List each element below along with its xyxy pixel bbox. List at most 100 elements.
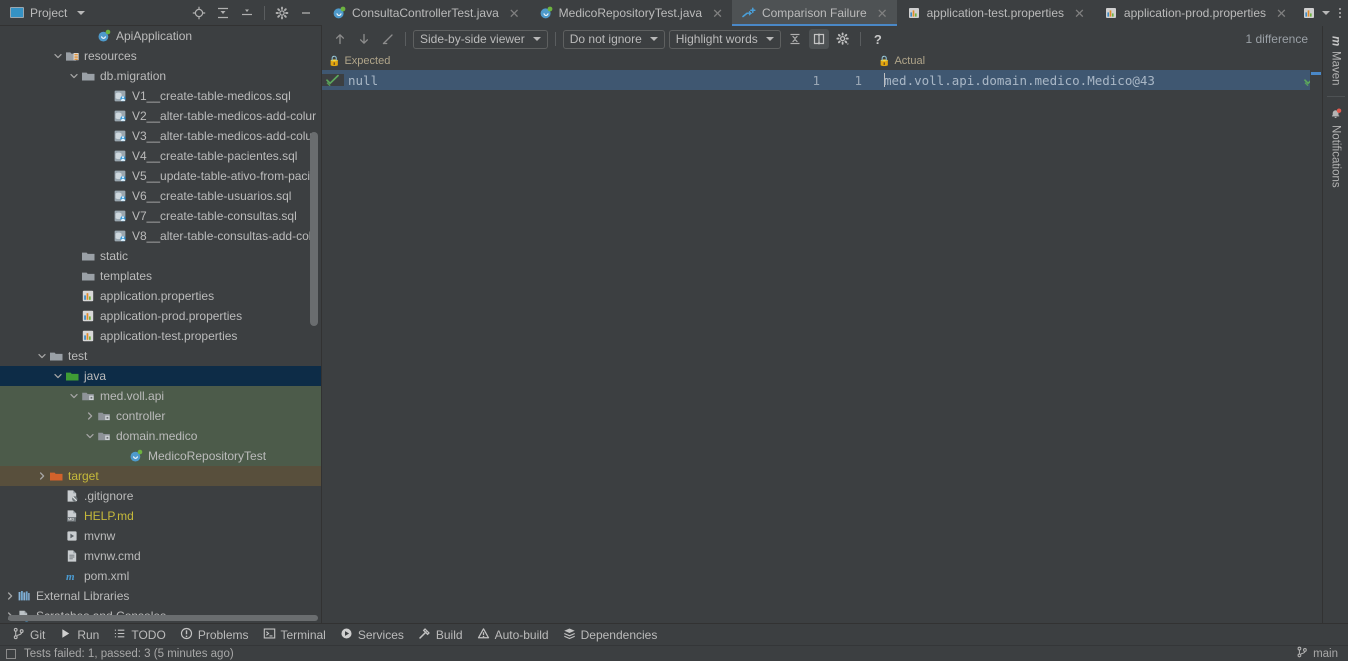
expected-pane[interactable]: null bbox=[322, 70, 774, 623]
chevron-down-icon[interactable] bbox=[51, 51, 64, 61]
chevron-down-icon[interactable] bbox=[67, 391, 80, 401]
accept-change-icon[interactable] bbox=[322, 74, 344, 86]
terminal-icon bbox=[263, 627, 276, 643]
tree-item-gitignore[interactable]: .gitignore bbox=[0, 486, 321, 506]
tree-item-static[interactable]: static bbox=[0, 246, 321, 266]
editor-tab-consultacontrollertest[interactable]: ConsultaControllerTest.java ✕ bbox=[322, 0, 529, 26]
prev-difference-icon[interactable] bbox=[330, 29, 350, 49]
expand-all-icon[interactable] bbox=[213, 3, 233, 23]
tree-item-templates[interactable]: templates bbox=[0, 266, 321, 286]
bottom-bar-item-build[interactable]: Build bbox=[414, 627, 473, 643]
diff-overview-scrollbar[interactable] bbox=[1310, 70, 1322, 623]
tree-item-medicorepositorytest[interactable]: MedicoRepositoryTest bbox=[0, 446, 321, 466]
tool-window-notifications[interactable]: Notifications bbox=[1329, 101, 1342, 194]
help-icon[interactable]: ? bbox=[868, 29, 888, 49]
tool-window-maven[interactable]: m Maven bbox=[1330, 30, 1342, 92]
tree-item-resources[interactable]: resources bbox=[0, 46, 321, 66]
close-icon[interactable]: ✕ bbox=[1276, 7, 1287, 20]
tree-item-external-libraries[interactable]: External Libraries bbox=[0, 586, 321, 606]
project-tree-panel[interactable]: ApiApplication resources db.migration V1__c… bbox=[0, 26, 322, 623]
tree-item-med-voll-api[interactable]: med.voll.api bbox=[0, 386, 321, 406]
properties-file-icon[interactable] bbox=[1302, 6, 1316, 20]
collapse-all-icon[interactable] bbox=[237, 3, 257, 23]
tree-item-v3-alter-table-medicos-add-colur[interactable]: V3__alter-table-medicos-add-colur bbox=[0, 126, 321, 146]
close-icon[interactable]: ✕ bbox=[509, 7, 520, 20]
tree-item-apiapplication[interactable]: ApiApplication bbox=[0, 26, 321, 46]
tree-item-application-prod-properties[interactable]: application-prod.properties bbox=[0, 306, 321, 326]
chevron-down-icon[interactable] bbox=[1321, 11, 1330, 15]
chevron-down-icon[interactable] bbox=[51, 371, 64, 381]
tree-item-target[interactable]: target bbox=[0, 466, 321, 486]
editor-tab-medicorepositorytest[interactable]: MedicoRepositoryTest.java ✕ bbox=[529, 0, 732, 26]
status-bar-right: main bbox=[1296, 646, 1348, 661]
bottom-bar-item-dependencies[interactable]: Dependencies bbox=[559, 627, 668, 643]
tree-item-domain-medico[interactable]: domain.medico bbox=[0, 426, 321, 446]
editor-tab-comparison-failure[interactable]: Comparison Failure ✕ bbox=[731, 0, 897, 26]
toggle-panes-icon[interactable] bbox=[808, 29, 829, 49]
editor-tab-application-test-properties[interactable]: application-test.properties ✕ bbox=[897, 0, 1094, 26]
tree-item-application-properties[interactable]: application.properties bbox=[0, 286, 321, 306]
viewer-mode-dropdown[interactable]: Side-by-side viewer bbox=[413, 29, 548, 49]
chevron-down-icon[interactable] bbox=[35, 351, 48, 361]
tree-item-controller[interactable]: controller bbox=[0, 406, 321, 426]
chevron-right-icon[interactable] bbox=[83, 411, 96, 421]
bottom-bar-item-problems[interactable]: Problems bbox=[176, 627, 259, 643]
tree-item-mvnw-cmd[interactable]: mvnw.cmd bbox=[0, 546, 321, 566]
tree-item-mvnw[interactable]: mvnw bbox=[0, 526, 321, 546]
project-title[interactable]: Project bbox=[10, 6, 86, 20]
close-icon[interactable]: ✕ bbox=[1074, 7, 1085, 20]
project-tree-horizontal-scrollbar[interactable] bbox=[8, 615, 318, 621]
gear-icon[interactable] bbox=[833, 29, 853, 49]
gear-icon[interactable] bbox=[272, 3, 292, 23]
tree-item-v2-alter-table-medicos-add-colur[interactable]: V2__alter-table-medicos-add-colur bbox=[0, 106, 321, 126]
tree-item-v8-alter-table-consultas-add-colu[interactable]: V8__alter-table-consultas-add-colu bbox=[0, 226, 321, 246]
close-icon[interactable]: ✕ bbox=[877, 7, 888, 20]
tree-item-db-migration[interactable]: db.migration bbox=[0, 66, 321, 86]
tree-item-label: test bbox=[68, 349, 88, 363]
tree-item-application-test-properties[interactable]: application-test.properties bbox=[0, 326, 321, 346]
actual-line-number: 1 bbox=[854, 72, 862, 88]
chevron-down-icon[interactable] bbox=[67, 71, 80, 81]
chevron-down-icon[interactable] bbox=[83, 431, 96, 441]
tree-item-java[interactable]: java bbox=[0, 366, 321, 386]
editor-tab-application-prod-properties[interactable]: application-prod.properties ✕ bbox=[1094, 0, 1296, 26]
chevron-right-icon[interactable] bbox=[3, 591, 16, 601]
diff-panes: null 1 1 med.voll.api.domain.medico.Medi… bbox=[322, 70, 1322, 623]
bottom-bar-item-terminal[interactable]: Terminal bbox=[259, 627, 336, 643]
hide-icon[interactable] bbox=[296, 3, 316, 23]
tree-item-v6-create-table-usuarios-sql[interactable]: V6__create-table-usuarios.sql bbox=[0, 186, 321, 206]
collapse-unchanged-icon[interactable] bbox=[785, 29, 805, 49]
bottom-bar-item-todo[interactable]: TODO bbox=[109, 627, 175, 643]
tree-item-v5-update-table-ativo-from-pacie[interactable]: V5__update-table-ativo-from-pacie bbox=[0, 166, 321, 186]
excluded-folder-icon bbox=[48, 470, 64, 483]
actual-pane[interactable]: med.voll.api.domain.medico.Medico@43 bbox=[882, 70, 1322, 623]
bottom-bar-item-auto-build[interactable]: Auto-build bbox=[473, 627, 559, 643]
locate-icon[interactable] bbox=[189, 3, 209, 23]
tree-item-test[interactable]: test bbox=[0, 346, 321, 366]
expected-code-line[interactable]: null bbox=[322, 70, 774, 90]
problems-icon bbox=[180, 627, 193, 643]
bottom-bar-item-run[interactable]: Run bbox=[55, 627, 109, 643]
highlight-mode-dropdown[interactable]: Highlight words bbox=[668, 29, 781, 49]
tree-item-help-md[interactable]: MD HELP.md bbox=[0, 506, 321, 526]
tree-item-v4-create-table-pacientes-sql[interactable]: V4__create-table-pacientes.sql bbox=[0, 146, 321, 166]
tree-item-v7-create-table-consultas-sql[interactable]: V7__create-table-consultas.sql bbox=[0, 206, 321, 226]
project-tree-vertical-scrollbar[interactable] bbox=[310, 132, 318, 326]
sql-file-icon bbox=[112, 129, 128, 143]
close-icon[interactable]: ✕ bbox=[712, 7, 723, 20]
tree-item-pom-xml[interactable]: m pom.xml bbox=[0, 566, 321, 586]
tree-item-v1-create-table-medicos-sql[interactable]: V1__create-table-medicos.sql bbox=[0, 86, 321, 106]
chevron-down-icon[interactable] bbox=[77, 10, 86, 15]
next-difference-icon[interactable] bbox=[354, 29, 374, 49]
bottom-bar-item-services[interactable]: Services bbox=[336, 627, 414, 643]
actual-code-line[interactable]: med.voll.api.domain.medico.Medico@43 bbox=[882, 70, 1322, 90]
auto-build-warning-icon bbox=[477, 627, 490, 643]
apply-change-icon[interactable] bbox=[378, 29, 398, 49]
more-options-icon[interactable] bbox=[1332, 4, 1348, 22]
bottom-bar-item-git[interactable]: Git bbox=[8, 627, 55, 643]
chevron-right-icon[interactable] bbox=[35, 471, 48, 481]
git-branch-label[interactable]: main bbox=[1313, 648, 1338, 660]
tree-item-label: External Libraries bbox=[36, 589, 130, 603]
tree-item-label: V1__create-table-medicos.sql bbox=[132, 89, 291, 103]
ignore-policy-dropdown[interactable]: Do not ignore bbox=[562, 29, 665, 49]
